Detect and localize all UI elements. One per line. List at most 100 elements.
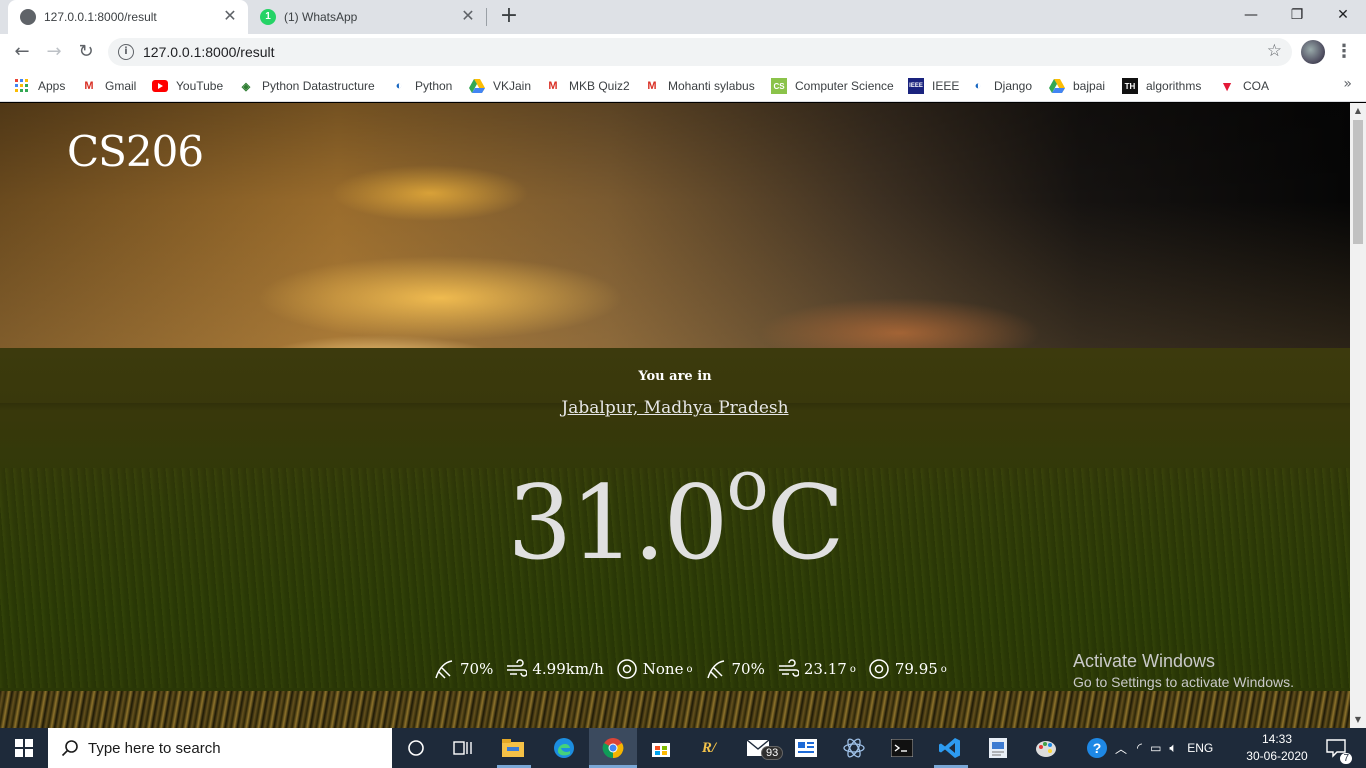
minimize-button[interactable]: —	[1228, 0, 1274, 30]
document-app-icon[interactable]	[982, 732, 1014, 764]
you-are-in-label: You are in	[638, 369, 712, 384]
bookmark-algorithms[interactable]: TH algorithms	[1122, 76, 1201, 96]
bookmark-coa[interactable]: ▼ COA	[1219, 76, 1269, 96]
compass-icon	[868, 658, 890, 680]
bookmark-ieee[interactable]: IEEE IEEE	[908, 76, 959, 96]
new-tab-button[interactable]: +	[497, 5, 521, 29]
taskbar-search[interactable]: Type here to search	[48, 728, 392, 768]
file-explorer-icon[interactable]	[497, 732, 529, 764]
help-icon[interactable]: ?	[1081, 732, 1113, 764]
wifi-icon[interactable]: ◜	[1137, 740, 1142, 756]
vertical-scrollbar[interactable]: ▲ ▼	[1350, 103, 1366, 728]
svg-text:?: ?	[1093, 740, 1102, 756]
gmail-icon: M	[548, 80, 558, 92]
news-icon[interactable]	[790, 732, 822, 764]
scroll-down-arrow[interactable]: ▼	[1350, 712, 1366, 728]
close-window-button[interactable]: ✕	[1320, 0, 1366, 30]
forward-button[interactable]: →	[40, 38, 68, 66]
green-site-icon: CS	[771, 78, 787, 94]
edge-icon[interactable]	[548, 732, 580, 764]
watermark-title: Activate Windows	[1073, 651, 1216, 671]
degree-symbol: o	[940, 663, 947, 675]
cortana-icon[interactable]	[400, 732, 432, 764]
django-icon: ◐	[974, 80, 982, 92]
back-button[interactable]: ←	[8, 38, 36, 66]
language-indicator[interactable]: ENG	[1187, 741, 1213, 755]
reload-button[interactable]: ↻	[72, 38, 100, 66]
humidity-icon	[705, 658, 727, 680]
atom-app-icon[interactable]	[838, 732, 870, 764]
stat-wind-speed: 4.99km/h	[505, 658, 604, 680]
wind-icon	[505, 658, 528, 680]
scroll-thumb[interactable]	[1353, 120, 1363, 244]
task-view-icon[interactable]	[447, 732, 479, 764]
bookmark-gmail[interactable]: M Gmail	[81, 76, 136, 96]
store-icon[interactable]	[645, 732, 677, 764]
bookmarks-bar: Apps M Gmail YouTube ◈ Python Datastructur…	[0, 70, 1366, 102]
clock-date: 30-06-2020	[1246, 749, 1308, 763]
bookmark-label: Mohanti sylabus	[668, 79, 755, 93]
degree-symbol: o	[726, 444, 768, 526]
terminal-icon[interactable]	[886, 732, 918, 764]
tab-strip: 127.0.0.1:8000/result ✕ 1 (1) WhatsApp ✕…	[0, 0, 1366, 34]
chevron-up-icon[interactable]: ︿	[1115, 740, 1127, 757]
info-icon[interactable]: i	[118, 44, 134, 60]
bookmark-python[interactable]: ◐ Python	[391, 76, 453, 96]
bookmark-label: Python	[415, 79, 453, 93]
bookmark-mkb-quiz2[interactable]: M MKB Quiz2	[545, 76, 629, 96]
bookmark-django[interactable]: ◐ Django	[970, 76, 1032, 96]
scroll-up-arrow[interactable]: ▲	[1350, 103, 1366, 119]
python-icon: ◐	[395, 80, 403, 92]
bookmark-vkjain[interactable]: VKJain	[469, 76, 531, 96]
stat-value: 70%	[460, 660, 494, 678]
site-logo[interactable]: CS206	[67, 127, 204, 176]
tab-title: 127.0.0.1:8000/result	[44, 10, 157, 24]
profile-avatar[interactable]	[1301, 40, 1325, 64]
battery-icon[interactable]: ▭	[1150, 741, 1161, 755]
diamond-icon: ◈	[241, 80, 251, 93]
bookmark-bajpai[interactable]: bajpai	[1049, 76, 1105, 96]
paint-icon[interactable]	[1030, 732, 1062, 764]
close-tab-icon[interactable]: ✕	[220, 7, 240, 27]
chevron-more-icon[interactable]: »	[1343, 76, 1352, 92]
browser-toolbar: ← → ↻ i 127.0.0.1:8000/result ☆ ⋮	[0, 34, 1366, 70]
stat-value: 79.95	[894, 660, 938, 678]
compass-icon	[616, 658, 638, 680]
chrome-icon[interactable]	[597, 732, 629, 764]
bookmark-python-datastructure[interactable]: ◈ Python Datastructure	[238, 76, 375, 96]
bookmark-label: algorithms	[1146, 79, 1202, 93]
url-text[interactable]: 127.0.0.1:8000/result	[143, 44, 275, 60]
location-link[interactable]: Jabalpur, Madhya Pradesh	[0, 398, 1350, 418]
stat-wind-direction: None o	[616, 658, 693, 680]
whatsapp-icon: 1	[260, 9, 276, 25]
bookmark-apps[interactable]: Apps	[14, 76, 65, 96]
bookmark-label: Django	[994, 79, 1033, 93]
wind-icon	[777, 658, 799, 680]
app-rv-icon[interactable]: R/	[693, 732, 725, 764]
restore-button[interactable]: ❐	[1274, 0, 1320, 30]
drive-icon	[469, 78, 485, 94]
menu-dots-icon[interactable]: ⋮	[1334, 38, 1354, 66]
tab-result[interactable]: 127.0.0.1:8000/result ✕	[8, 0, 248, 34]
bookmark-youtube[interactable]: YouTube	[152, 76, 223, 96]
close-tab-icon[interactable]: ✕	[458, 7, 478, 27]
weather-stats: 70% 4.99km/h None o 70% 23.17 o 79.95 o	[433, 655, 959, 683]
windows-taskbar: Type here to search R/ 93 ? ︿ ◜ ▭ 🔈︎ ENG…	[0, 728, 1366, 768]
mail-badge: 93	[761, 746, 784, 760]
vscode-icon[interactable]	[934, 732, 966, 764]
bookmark-star-icon[interactable]: ☆	[1267, 41, 1282, 61]
address-bar[interactable]: i 127.0.0.1:8000/result ☆	[108, 38, 1292, 66]
notification-center-icon[interactable]: 7	[1320, 732, 1352, 764]
stat-humidity-2: 70%	[705, 658, 765, 680]
volume-icon[interactable]: 🔈︎	[1169, 740, 1177, 756]
ieee-icon: IEEE	[908, 78, 924, 94]
bookmark-computer-science[interactable]: CS Computer Science	[771, 76, 894, 96]
stat-humidity: 70%	[433, 658, 493, 680]
tab-separator	[486, 8, 487, 26]
drive-icon	[1049, 78, 1065, 94]
bookmark-mohanti-sylabus[interactable]: M Mohanti sylabus	[644, 76, 755, 96]
taskbar-clock[interactable]: 14:33 30-06-2020	[1246, 731, 1308, 765]
tab-whatsapp[interactable]: 1 (1) WhatsApp ✕	[248, 0, 486, 34]
bookmark-label: YouTube	[176, 79, 224, 93]
windows-start-button[interactable]	[0, 728, 48, 768]
